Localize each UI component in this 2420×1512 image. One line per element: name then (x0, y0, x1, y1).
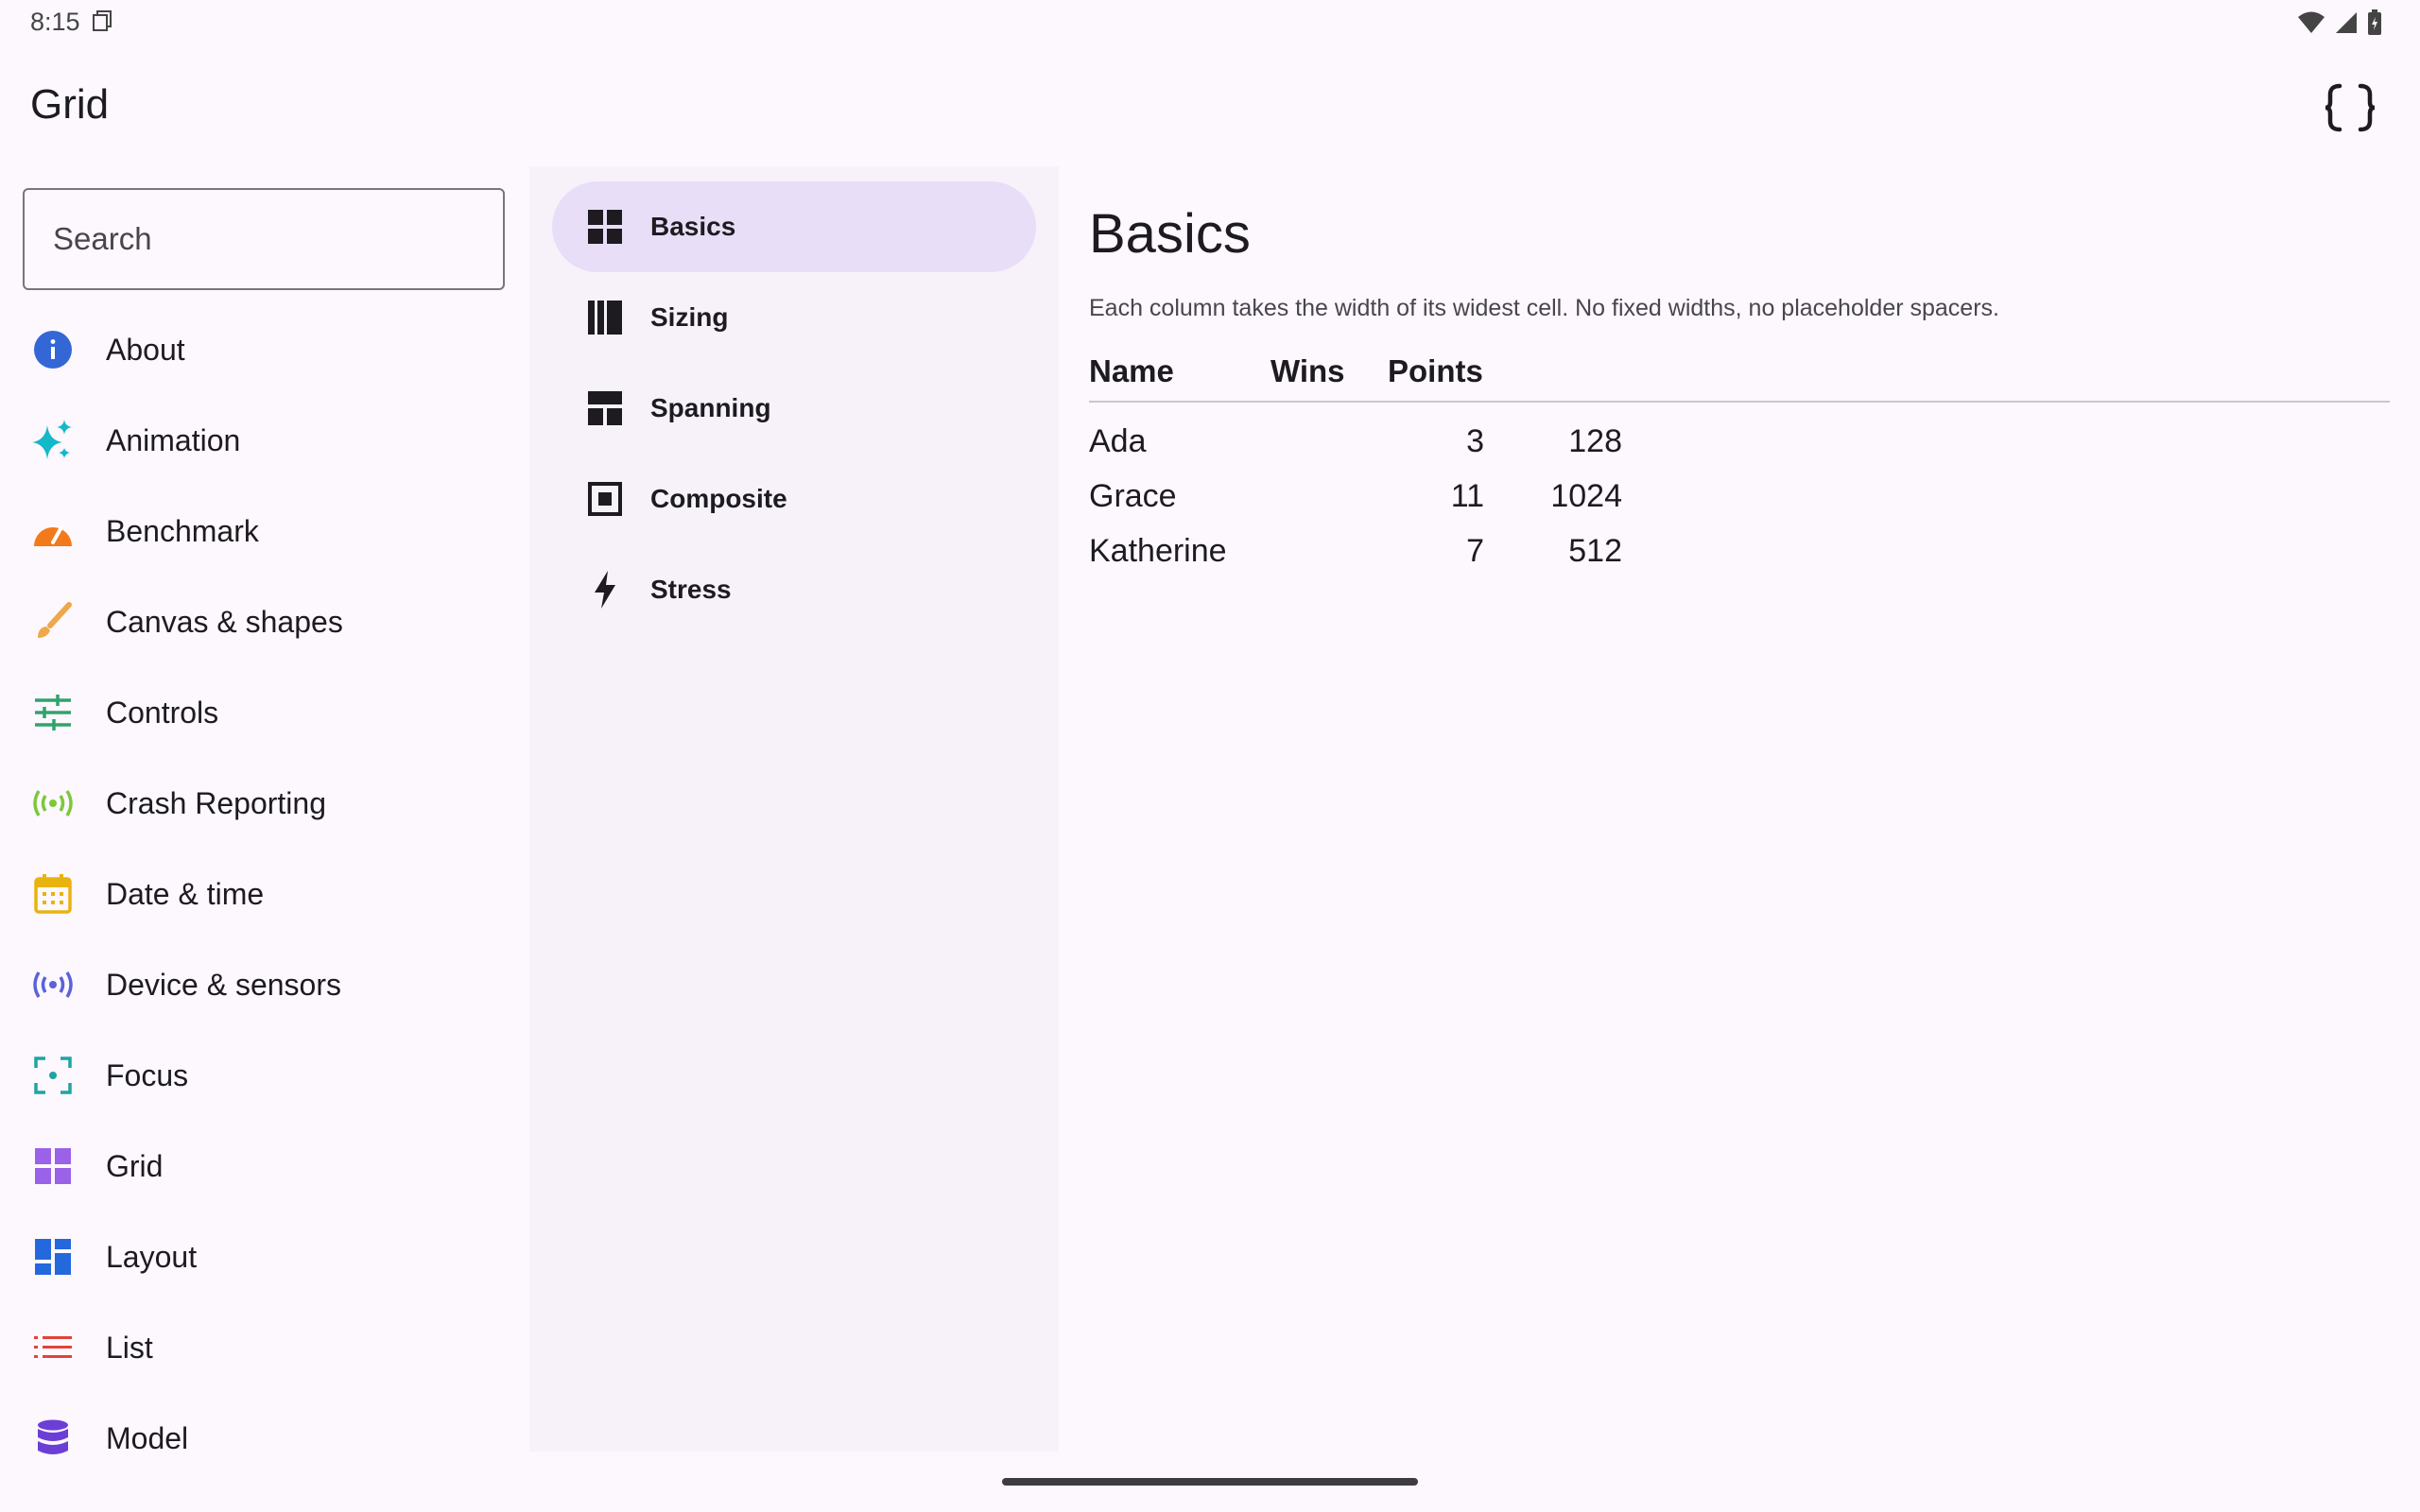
cell-points: 128 (1568, 423, 1622, 459)
calendar-icon (32, 873, 74, 915)
grid-icon (32, 1145, 74, 1187)
nav-item-focus[interactable]: Focus (0, 1030, 529, 1121)
cell-signal-icon (2336, 12, 2357, 33)
table-row: Ada 3 128 (1089, 414, 2390, 469)
bolt-icon (586, 571, 624, 609)
sim-card-icon (93, 10, 112, 31)
curly-braces-icon (2325, 83, 2376, 132)
broadcast-icon (32, 782, 74, 824)
focus-icon (32, 1055, 74, 1096)
nav-list: About Animation Benchmark Canvas & shape… (0, 304, 529, 1484)
cell-wins: 3 (1466, 423, 1484, 459)
grid-view-icon (586, 208, 624, 246)
span-layout-icon (586, 389, 624, 427)
nav-item-about[interactable]: About (0, 304, 529, 395)
nav-item-controls[interactable]: Controls (0, 667, 529, 758)
nav-item-layout[interactable]: Layout (0, 1211, 529, 1302)
search-input[interactable] (23, 188, 505, 290)
cell-name: Ada (1089, 423, 1147, 459)
status-time: 8:15 (30, 8, 80, 36)
cell-points: 1024 (1550, 478, 1622, 514)
sub-item-stress[interactable]: Stress (552, 544, 1036, 635)
framed-square-icon (586, 480, 624, 518)
nav-item-model[interactable]: Model (0, 1393, 529, 1484)
cell-name: Grace (1089, 478, 1177, 514)
nav-item-list[interactable]: List (0, 1302, 529, 1393)
columns-icon (586, 299, 624, 336)
sub-navigation-pane: Basics Sizing Spanning Composite Stress (529, 166, 1059, 1452)
nav-item-date-time[interactable]: Date & time (0, 849, 529, 939)
brush-icon (32, 601, 74, 643)
data-table: Name Wins Points Ada 3 128 Grace 11 1024… (1089, 348, 2390, 578)
speedometer-icon (32, 510, 74, 552)
sub-item-sizing[interactable]: Sizing (552, 272, 1036, 363)
info-icon (32, 329, 74, 370)
header-wins: Wins (1270, 353, 1345, 388)
nav-item-crash-reporting[interactable]: Crash Reporting (0, 758, 529, 849)
battery-icon (2368, 9, 2381, 35)
wifi-icon (2298, 11, 2325, 33)
database-icon (32, 1418, 74, 1459)
cell-wins: 11 (1450, 478, 1484, 514)
sliders-icon (32, 692, 74, 733)
nav-item-canvas-shapes[interactable]: Canvas & shapes (0, 576, 529, 667)
status-bar: 8:15 (0, 0, 2420, 45)
dashboard-icon (32, 1236, 74, 1278)
nav-item-animation[interactable]: Animation (0, 395, 529, 486)
sparkle-icon (32, 420, 74, 461)
sub-item-composite[interactable]: Composite (552, 454, 1036, 544)
cell-name: Katherine (1089, 533, 1227, 569)
content-description: Each column takes the width of its wides… (1089, 295, 1999, 321)
table-row: Katherine 7 512 (1089, 524, 2390, 578)
nav-item-grid[interactable]: Grid (0, 1121, 529, 1211)
gesture-navigation-bar[interactable] (1002, 1478, 1418, 1486)
content-title: Basics (1089, 203, 1251, 265)
header-name: Name (1089, 353, 1174, 388)
table-row: Grace 11 1024 (1089, 469, 2390, 524)
app-title: Grid (30, 81, 110, 128)
code-button[interactable] (2316, 74, 2384, 142)
cell-points: 512 (1568, 533, 1622, 569)
sub-item-basics[interactable]: Basics (552, 181, 1036, 272)
nav-item-device-sensors[interactable]: Device & sensors (0, 939, 529, 1030)
header-points: Points (1388, 353, 1483, 388)
nav-item-benchmark[interactable]: Benchmark (0, 486, 529, 576)
table-header: Name Wins Points (1089, 348, 2390, 403)
sub-item-spanning[interactable]: Spanning (552, 363, 1036, 454)
cell-wins: 7 (1466, 533, 1484, 569)
sensors-icon (32, 964, 74, 1005)
list-icon (32, 1327, 74, 1368)
status-indicators (2297, 9, 2382, 36)
